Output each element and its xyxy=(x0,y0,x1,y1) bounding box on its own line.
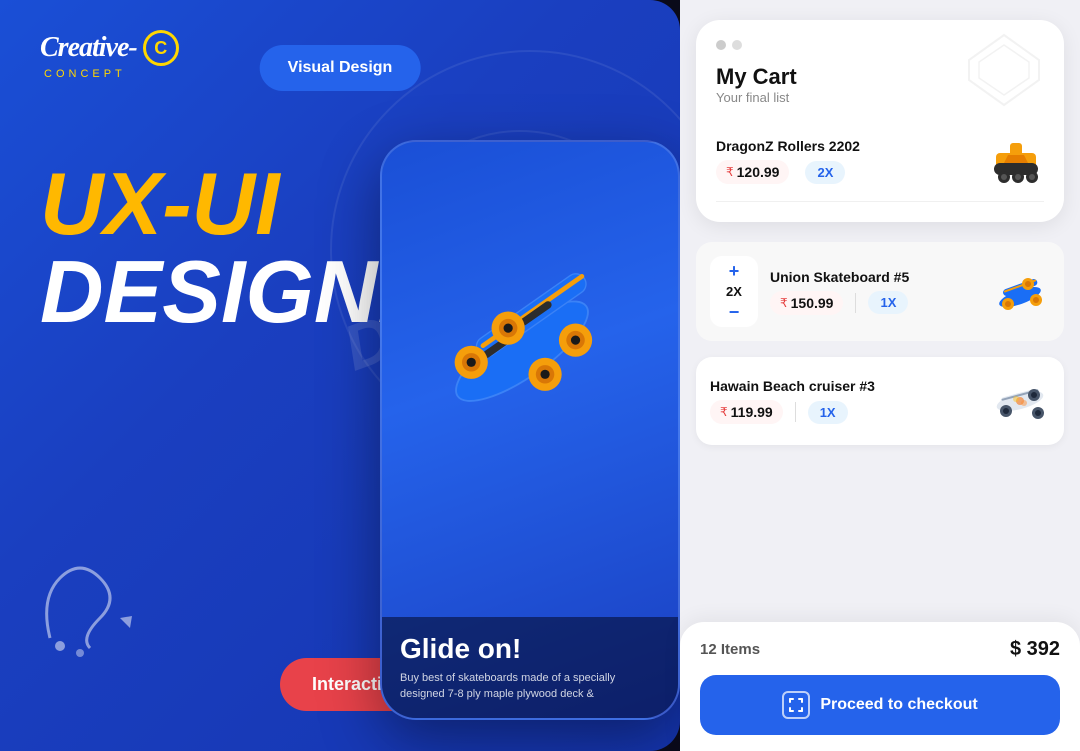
union-info: Union Skateboard #5 ₹ 150.99 1X xyxy=(770,269,978,315)
logo: Creative- C CONCEPT xyxy=(40,30,179,80)
hawaii-price: 119.99 xyxy=(731,404,773,420)
hawaii-item: Hawain Beach cruiser #3 ₹ 119.99 1X xyxy=(696,357,1064,445)
union-product-image xyxy=(990,262,1050,322)
phone-mockup: Glide on! Buy best of skateboards made o… xyxy=(380,140,680,720)
qty-plus-button[interactable]: + xyxy=(729,262,740,280)
visual-design-button[interactable]: Visual Design xyxy=(260,45,421,91)
union-price-row: ₹ 150.99 1X xyxy=(770,291,978,315)
left-section: Creative- C CONCEPT Visual Design UX-UI … xyxy=(0,0,680,751)
scan-icon xyxy=(782,691,810,719)
hawaii-name: Hawain Beach cruiser #3 xyxy=(710,378,978,394)
union-skateboard-item: + 2X − Union Skateboard #5 ₹ 150.99 1X xyxy=(696,242,1064,341)
dot-1 xyxy=(716,40,726,50)
dragonz-name: DragonZ Rollers 2202 xyxy=(716,138,988,154)
logo-subtitle: CONCEPT xyxy=(44,68,126,80)
phone-bottom-content: Glide on! Buy best of skateboards made o… xyxy=(382,617,678,718)
cart-footer: 12 Items $ 392 Proceed to checkout xyxy=(680,622,1080,751)
checkout-label: Proceed to checkout xyxy=(820,696,977,714)
qty-label: 2X xyxy=(726,284,742,299)
qty-minus-button[interactable]: − xyxy=(729,303,740,321)
hawaii-price-row: ₹ 119.99 1X xyxy=(710,400,978,424)
logo-icon: C xyxy=(143,30,179,66)
divider-hawaii xyxy=(795,402,796,422)
dragonz-price-badge: ₹ 120.99 xyxy=(716,160,789,184)
total-items-label: 12 Items xyxy=(700,641,760,658)
logo-text: Creative- xyxy=(40,32,137,64)
rupee-icon-hawaii: ₹ xyxy=(720,405,728,419)
divider xyxy=(855,293,856,313)
checkout-button[interactable]: Proceed to checkout xyxy=(700,675,1060,735)
union-price-badge: ₹ 150.99 xyxy=(770,291,843,315)
total-amount-value: $ 392 xyxy=(1010,638,1060,661)
cart-item-dragonz: DragonZ Rollers 2202 ₹ 120.99 2X xyxy=(716,121,1044,202)
union-skateboard-svg xyxy=(990,262,1050,322)
dragonz-price-row: ₹ 120.99 2X xyxy=(716,160,988,184)
dragonz-info: DragonZ Rollers 2202 ₹ 120.99 2X xyxy=(716,138,988,184)
dot-2 xyxy=(732,40,742,50)
deco-swirl-icon xyxy=(30,538,150,671)
hawaii-info: Hawain Beach cruiser #3 ₹ 119.99 1X xyxy=(710,378,978,424)
cart-card: My Cart Your final list DragonZ Rollers … xyxy=(696,20,1064,222)
hawaii-qty: 1X xyxy=(808,401,848,424)
rupee-icon-union: ₹ xyxy=(780,296,788,310)
phone-description: Buy best of skateboards made of a specia… xyxy=(400,671,660,702)
dragonz-price: 120.99 xyxy=(737,164,780,180)
cart-total-row: 12 Items $ 392 xyxy=(700,638,1060,661)
union-name: Union Skateboard #5 xyxy=(770,269,978,285)
hawaii-cruiser-svg xyxy=(990,371,1050,431)
dragonz-qty: 2X xyxy=(805,161,845,184)
hawaii-price-badge: ₹ 119.99 xyxy=(710,400,783,424)
qty-controls: + 2X − xyxy=(710,256,758,327)
union-qty: 1X xyxy=(868,291,908,314)
skateboard-illustration xyxy=(402,222,642,462)
dragonz-product-image xyxy=(988,133,1044,189)
right-panel: My Cart Your final list DragonZ Rollers … xyxy=(680,0,1080,751)
glide-heading: Glide on! xyxy=(400,633,660,665)
headline-line1: UX-UI xyxy=(40,160,426,248)
rupee-icon: ₹ xyxy=(726,165,734,179)
diamond-icon xyxy=(964,30,1044,110)
union-price: 150.99 xyxy=(791,295,834,311)
hawaii-product-image xyxy=(990,371,1050,431)
